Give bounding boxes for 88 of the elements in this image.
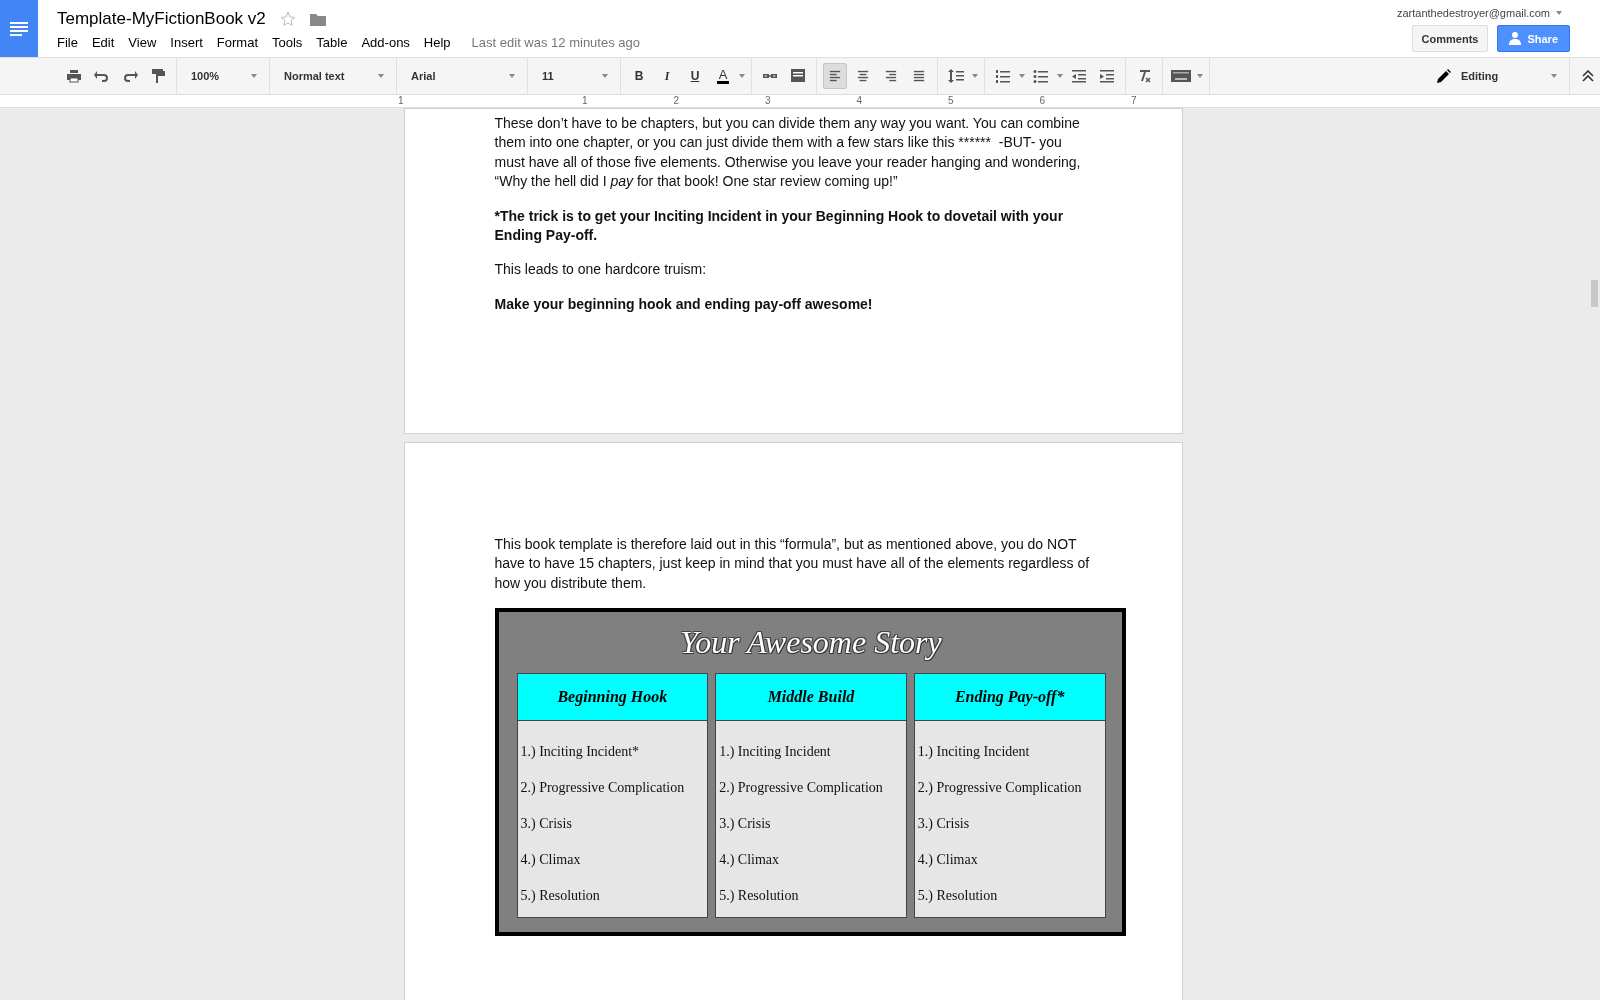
column-heading: Ending Pay-off* [914,674,1105,722]
ruler-label: 4 [856,95,864,107]
column-heading: Middle Build [716,674,906,722]
list-item: 3.) Crisis [917,815,971,834]
paragraph: These don’t have to be chapters, but you can divide them any way you want. You can combine them into one chapter, or you can just divide them with a few stars like this ****** -BUT- you must have all of those five elements. Otherwise you leave your reader hanging and wondering, “Why the hell did I pay for that book! One star review coming up!” [494,114,1082,192]
collapse-icon[interactable] [1582,70,1594,82]
menu-item[interactable]: Format [209,35,265,50]
person-icon [1509,31,1522,46]
align-button[interactable] [823,63,847,89]
menu-item[interactable]: Table [309,35,355,50]
paragraph: This book template is therefore laid out in this “formula”, but as mentioned above, you do NOT have to have 15 chapters, just keep in mind that you must have all of the elements regardless of how you distribute them. [494,535,1091,593]
list-item: 3.) Crisis [719,815,772,834]
caret-icon [251,74,257,78]
list-item: 3.) Crisis [520,815,573,834]
align-center-icon [856,70,870,82]
diagram-title: Your Awesome Story [679,624,943,662]
decrease-indent-icon[interactable] [1071,68,1087,84]
underline-button[interactable]: U [690,69,700,83]
ruler-label: 7 [1131,95,1138,107]
paragraph: Make your beginning hook and ending pay-off awesome! [494,294,874,314]
pencil-icon [1437,69,1451,83]
list-item: 5.) Resolution [719,887,800,906]
document-icon [10,21,28,36]
list-item: 2.) Progressive Complication [917,779,1083,798]
list-item: 1.) Inciting Incident [917,743,1031,762]
document-title[interactable]: Template-MyFictionBook v2 [57,9,266,29]
caret-icon [1551,74,1557,78]
folder-icon[interactable] [309,12,326,26]
ruler-label: 2 [673,95,681,107]
ruler-label: 6 [1039,95,1047,107]
menu-item[interactable]: View [121,35,164,50]
align-right-icon [884,70,898,82]
bold-button[interactable]: B [634,69,644,83]
caret-icon [1019,74,1025,78]
ruler-label: 3 [765,95,772,107]
list-item: 4.) Climax [917,851,979,870]
account-email[interactable]: zartanthedestroyer@gmail.com [1397,7,1562,19]
list-item: 5.) Resolution [917,887,999,906]
font-size-dropdown[interactable]: 11 [534,70,614,82]
list-item: 5.) Resolution [520,887,601,906]
caret-icon [509,74,515,78]
ruler-label: 1 [398,95,405,107]
menu-item[interactable]: Tools [265,35,310,50]
list-item: 4.) Climax [719,851,781,870]
list-item: 1.) Inciting Incident [719,743,832,762]
ruler-label: 5 [948,95,955,107]
menu-item[interactable]: File [57,35,85,50]
caret-icon [1057,74,1063,78]
bulleted-list-icon[interactable] [1033,68,1049,84]
align-justify-icon [912,70,926,82]
comment-icon[interactable] [790,68,806,84]
menu-item[interactable]: Edit [84,35,122,50]
star-icon[interactable] [279,11,296,27]
paint-roller-icon[interactable] [150,68,166,84]
numbered-list-icon[interactable] [995,68,1011,84]
caret-icon [1197,74,1203,78]
font-dropdown[interactable]: Arial [403,70,521,82]
scrollbar-thumb[interactable] [1591,280,1598,307]
list-item: 4.) Climax [520,851,582,870]
editing-mode-dropdown[interactable]: Editing [1425,58,1570,94]
caret-icon [972,74,978,78]
comments-button[interactable]: Comments [1411,25,1489,52]
text-color-button[interactable]: A [716,68,730,84]
menu-item[interactable]: Add-ons [354,35,417,50]
column-heading: Beginning Hook [517,674,708,722]
paragraph: *The trick is to get your Inciting Incident in your Beginning Hook to dovetail with your Ending Pay-off. [494,206,1065,246]
keyboard-icon[interactable] [1171,70,1191,82]
docs-logo[interactable] [0,0,38,57]
style-dropdown[interactable]: Normal text [276,70,390,82]
list-item: 2.) Progressive Complication [520,779,686,798]
caret-icon [1556,11,1562,15]
caret-icon [602,74,608,78]
menu-item[interactable]: Help [416,35,458,50]
last-edit-status[interactable]: Last edit was 12 minutes ago [471,35,640,50]
zoom-dropdown[interactable]: 100% [183,70,263,82]
ruler-label: 1 [582,95,589,107]
list-item: 2.) Progressive Complication [719,779,884,798]
list-item: 1.) Inciting Incident* [520,743,641,762]
caret-icon [739,74,745,78]
increase-indent-icon[interactable] [1099,68,1115,84]
caret-icon [378,74,384,78]
paragraph: This leads to one hardcore truism: [494,260,708,280]
ruler[interactable]: 1 1 2 3 4 5 6 7 [0,95,1600,108]
menu-item[interactable]: Insert [163,35,210,50]
line-spacing-icon[interactable] [948,68,964,84]
italic-button[interactable]: I [664,68,670,84]
align-left-icon [828,70,842,82]
print-icon[interactable] [66,68,82,84]
